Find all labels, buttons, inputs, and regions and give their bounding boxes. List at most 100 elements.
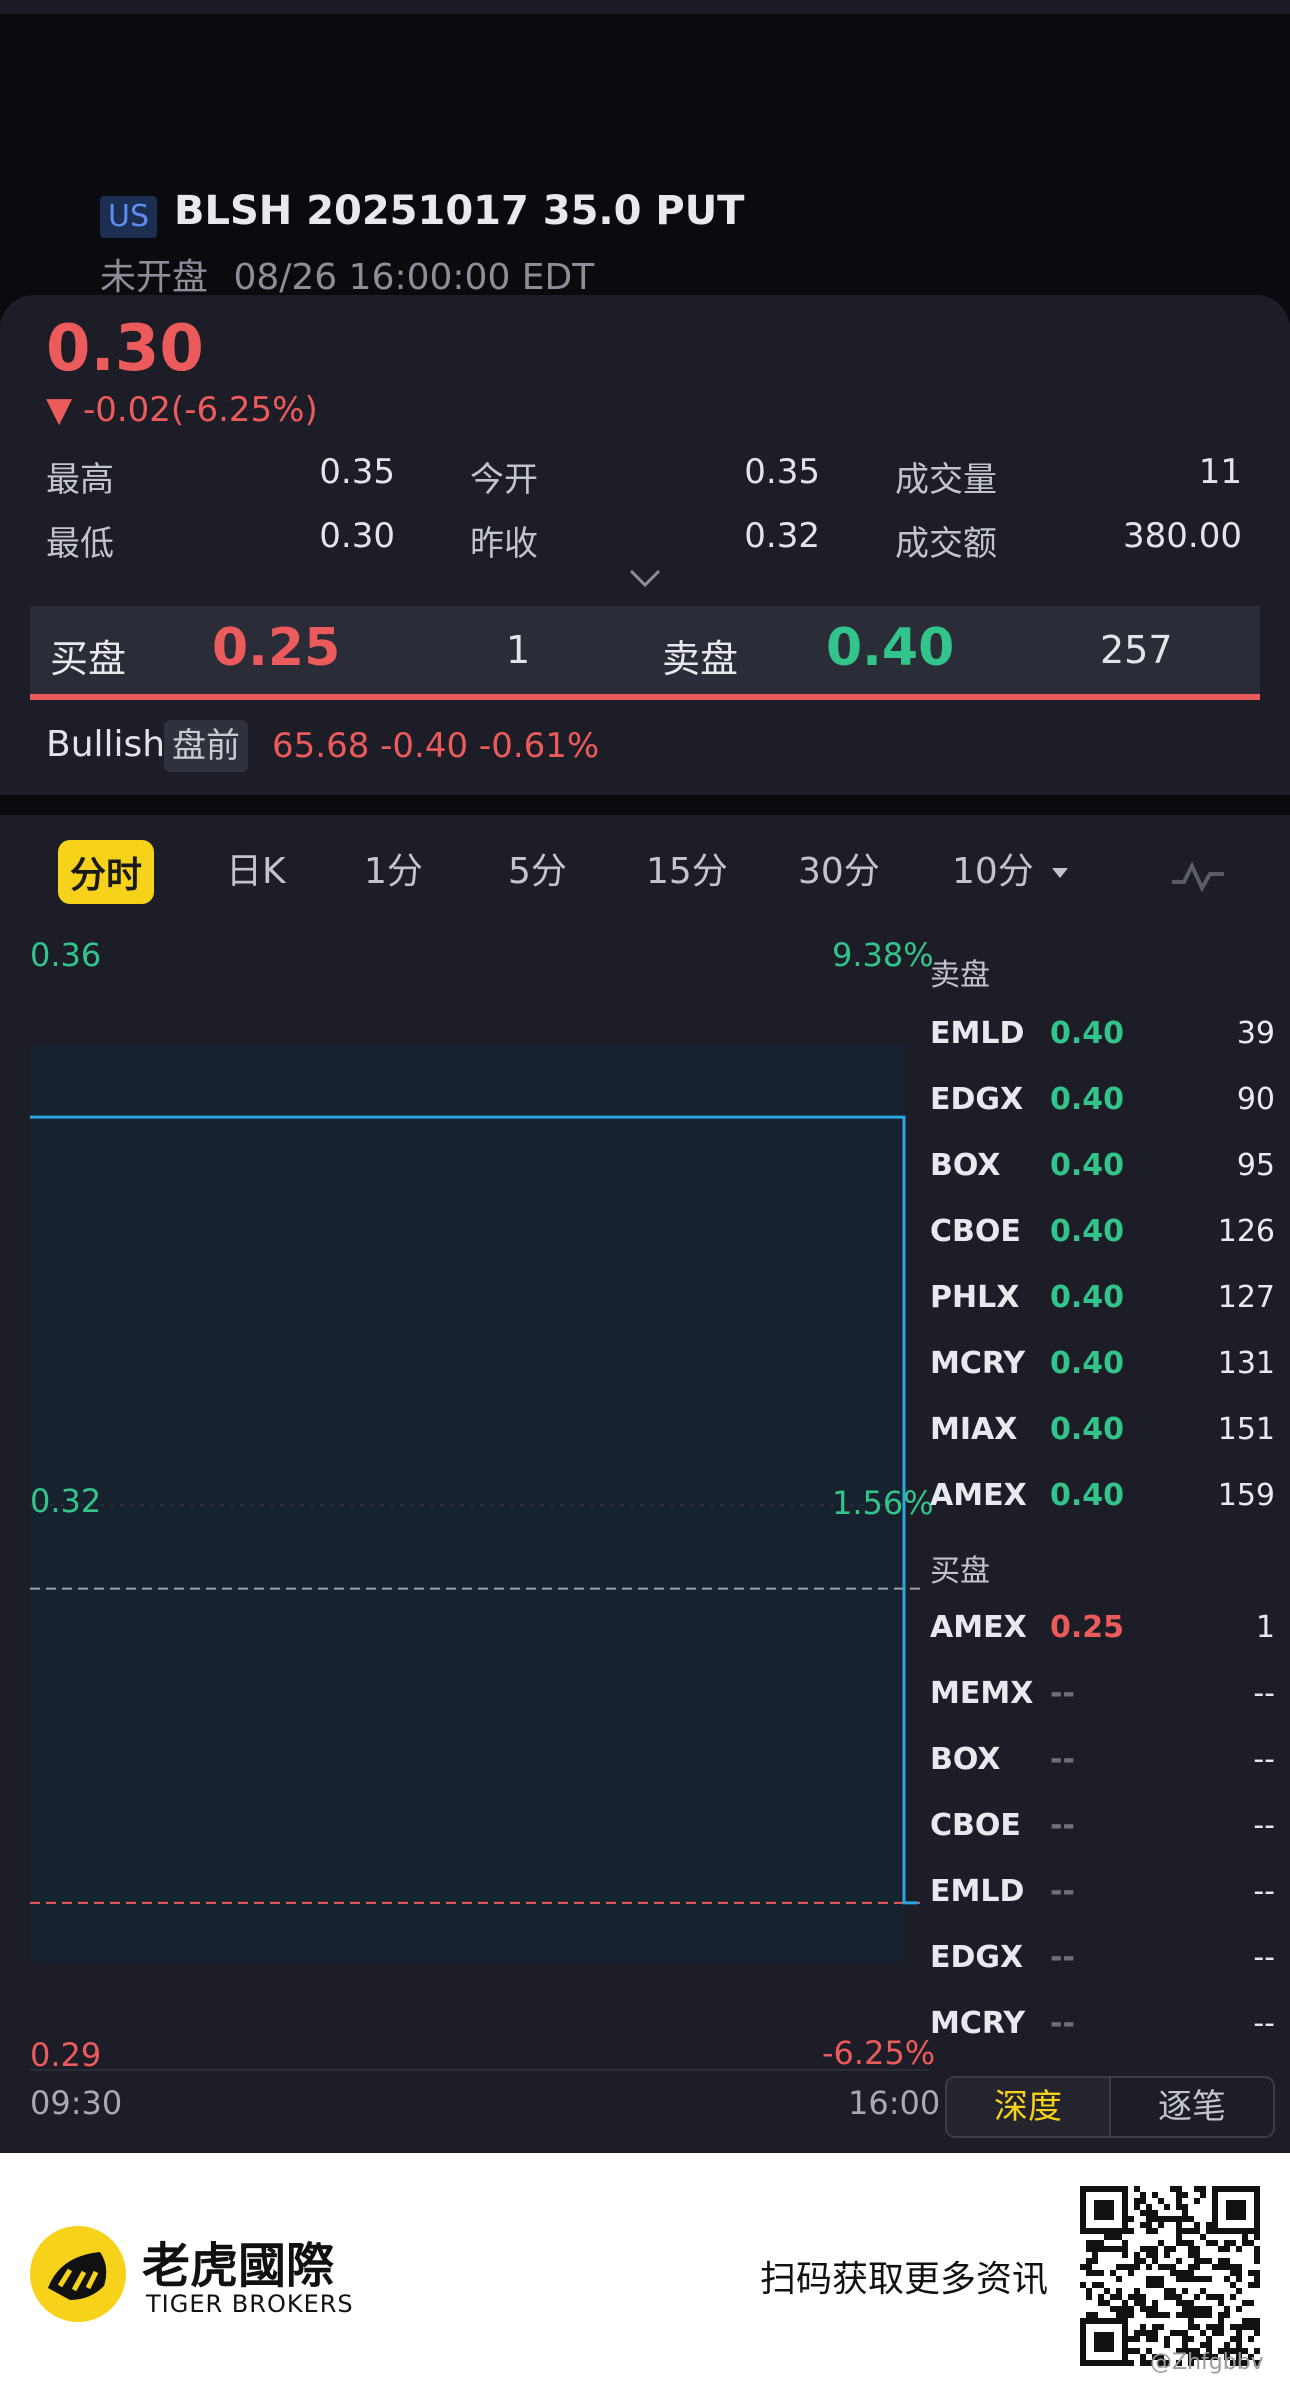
ticks-button[interactable]: 逐笔 xyxy=(1109,2078,1273,2136)
underlying-quote: 65.68 -0.40 -0.61% xyxy=(272,726,600,766)
book-exchange: EDGX xyxy=(930,1940,1024,1975)
section-separator xyxy=(0,795,1290,815)
market-badge: US xyxy=(100,196,158,238)
ask-size: 257 xyxy=(1100,628,1173,672)
stat-low-value: 0.30 xyxy=(319,516,395,556)
book-size: 1 xyxy=(1255,1610,1275,1645)
tab-10min[interactable]: 10分 xyxy=(952,842,1034,894)
book-size: -- xyxy=(1253,1808,1275,1843)
book-price: -- xyxy=(1050,2006,1075,2041)
intraday-chart[interactable] xyxy=(0,920,940,2100)
brand-name-cn: 老虎國際 xyxy=(142,2238,335,2294)
qr-code xyxy=(1080,2186,1260,2366)
book-price: 0.25 xyxy=(1050,1610,1125,1645)
book-price: -- xyxy=(1050,1808,1075,1843)
brand-name-en: TIGER BROKERS xyxy=(146,2290,354,2318)
price-change: ▼ -0.02(-6.25%) xyxy=(46,390,318,430)
stat-volume-label: 成交量 xyxy=(895,460,997,500)
ask-book-row: EDGX 0.40 90 xyxy=(930,1082,1275,1148)
book-size: 127 xyxy=(1217,1280,1275,1315)
bid-book-header: 买盘 xyxy=(930,1554,990,1589)
scan-prompt: 扫码获取更多资讯 xyxy=(760,2259,1049,2300)
book-exchange: PHLX xyxy=(930,1280,1020,1315)
bid-book-row: MCRY -- -- xyxy=(930,2006,1275,2072)
market-status-text: 未开盘 xyxy=(100,257,209,298)
book-exchange: EDGX xyxy=(930,1082,1024,1117)
market-status: 未开盘 08/26 16:00:00 EDT xyxy=(100,248,594,300)
indicator-icon[interactable] xyxy=(1170,860,1226,892)
chevron-down-icon[interactable] xyxy=(628,566,662,590)
watermark: @Zhfgbbv xyxy=(1150,2350,1264,2375)
stat-volume-value: 11 xyxy=(1198,452,1242,492)
book-exchange: CBOE xyxy=(930,1214,1021,1249)
book-size: -- xyxy=(1253,1742,1275,1777)
book-size: 39 xyxy=(1236,1016,1275,1051)
stat-turnover-label: 成交额 xyxy=(895,524,997,564)
bid-ask-ratio-line xyxy=(30,694,1260,700)
bid-book-row: CBOE -- -- xyxy=(930,1808,1275,1874)
bid-book-row: MEMX -- -- xyxy=(930,1676,1275,1742)
book-exchange: EMLD xyxy=(930,1874,1025,1909)
last-price: 0.30 xyxy=(46,312,204,386)
book-price: -- xyxy=(1050,1940,1075,1975)
y-mid-pct-label: 1.56% xyxy=(832,1484,934,1522)
ask-book-row: MIAX 0.40 151 xyxy=(930,1412,1275,1478)
book-exchange: AMEX xyxy=(930,1610,1027,1645)
book-exchange: EMLD xyxy=(930,1016,1025,1051)
tab-15min[interactable]: 15分 xyxy=(646,842,728,894)
bid-size: 1 xyxy=(506,628,531,672)
bid-book-row: BOX -- -- xyxy=(930,1742,1275,1808)
ask-book-row: EMLD 0.40 39 xyxy=(930,1016,1275,1082)
tab-intraday[interactable]: 分时 xyxy=(58,840,155,904)
book-exchange: MEMX xyxy=(930,1676,1034,1711)
bid-book-row: EMLD -- -- xyxy=(930,1874,1275,1940)
stat-low-label: 最低 xyxy=(46,524,114,564)
book-size: 95 xyxy=(1236,1148,1275,1183)
tab-daily-k[interactable]: 日K xyxy=(226,842,286,894)
stat-open-value: 0.35 xyxy=(744,452,820,492)
book-price: 0.40 xyxy=(1050,1214,1125,1249)
book-size: 159 xyxy=(1217,1478,1275,1513)
tab-1min[interactable]: 1分 xyxy=(364,842,423,894)
y-mid-price-label: 0.32 xyxy=(30,1482,102,1520)
book-size: -- xyxy=(1253,2006,1275,2041)
bid-price: 0.25 xyxy=(212,618,341,678)
ask-book-row: BOX 0.40 95 xyxy=(930,1148,1275,1214)
stat-open-label: 今开 xyxy=(470,460,538,500)
y-bottom-pct-label: -6.25% xyxy=(822,2034,936,2072)
book-size: -- xyxy=(1253,1874,1275,1909)
quote-timestamp: 08/26 16:00:00 EDT xyxy=(233,257,595,298)
book-price: 0.40 xyxy=(1050,1280,1125,1315)
bid-book-row: EDGX -- -- xyxy=(930,1940,1275,2006)
book-size: 151 xyxy=(1217,1412,1275,1447)
book-exchange: AMEX xyxy=(930,1478,1027,1513)
tab-5min[interactable]: 5分 xyxy=(508,842,567,894)
status-strip xyxy=(0,0,1290,14)
ask-book-header: 卖盘 xyxy=(930,958,990,993)
book-price: -- xyxy=(1050,1676,1075,1711)
book-exchange: CBOE xyxy=(930,1808,1021,1843)
tiger-logo-icon xyxy=(30,2226,126,2322)
book-size: -- xyxy=(1253,1940,1275,1975)
book-price: 0.40 xyxy=(1050,1346,1125,1381)
tab-30min[interactable]: 30分 xyxy=(798,842,880,894)
y-bottom-price-label: 0.29 xyxy=(30,2036,102,2074)
x-end-label: 16:00 xyxy=(848,2084,941,2122)
x-start-label: 09:30 xyxy=(30,2084,123,2122)
stat-prevclose-value: 0.32 xyxy=(744,516,820,556)
dropdown-caret-icon[interactable] xyxy=(1052,868,1068,878)
depth-button[interactable]: 深度 xyxy=(947,2078,1109,2136)
ask-book-row: MCRY 0.40 131 xyxy=(930,1346,1275,1412)
book-exchange: BOX xyxy=(930,1742,1001,1777)
stat-high-label: 最高 xyxy=(46,460,114,500)
ask-label: 卖盘 xyxy=(662,637,739,681)
book-size: 131 xyxy=(1217,1346,1275,1381)
book-exchange: MCRY xyxy=(930,1346,1026,1381)
ask-book-row: CBOE 0.40 126 xyxy=(930,1214,1275,1280)
ask-price: 0.40 xyxy=(826,618,955,678)
underlying-name[interactable]: Bullish xyxy=(46,724,165,765)
ask-book-row: PHLX 0.40 127 xyxy=(930,1280,1275,1346)
contract-symbol: BLSH 20251017 35.0 PUT xyxy=(174,188,745,234)
y-top-price-label: 0.36 xyxy=(30,936,102,974)
book-price: 0.40 xyxy=(1050,1082,1125,1117)
